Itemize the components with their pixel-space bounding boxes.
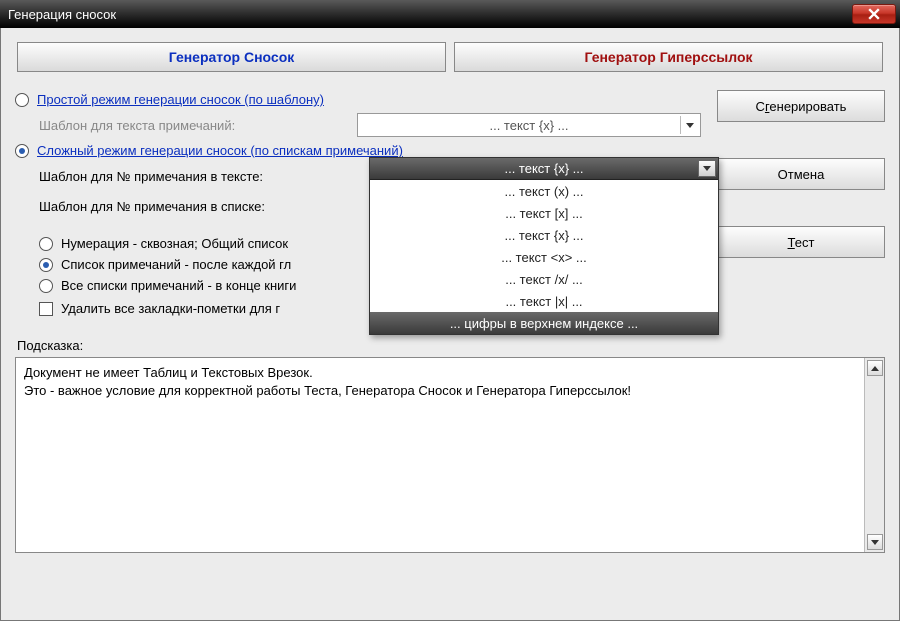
label-template-in-text: Шаблон для № примечания в тексте: xyxy=(39,169,349,184)
button-generate-label: Сгенерировать xyxy=(756,99,847,114)
hint-scrollbar[interactable] xyxy=(864,358,884,552)
window-title: Генерация сносок xyxy=(8,7,852,22)
dropdown-option[interactable]: ... текст |x| ... xyxy=(370,290,718,312)
chevron-down-icon[interactable] xyxy=(698,160,716,177)
label-list-after-each: Список примечаний - после каждой гл xyxy=(61,257,291,272)
button-test-label: Тест xyxy=(788,235,815,250)
combo-template-notes-text: ... текст {x} ... xyxy=(489,118,568,133)
dropdown-header[interactable]: ... текст {x} ... xyxy=(370,158,718,180)
button-cancel-label: Отмена xyxy=(778,167,825,182)
dropdown-option[interactable]: ... текст [x] ... xyxy=(370,202,718,224)
dropdown-selected-text: ... текст {x} ... xyxy=(504,161,583,176)
hint-text: Документ не имеет Таблиц и Текстовых Вре… xyxy=(16,358,864,552)
hint-box: Документ не имеет Таблиц и Текстовых Вре… xyxy=(15,357,885,553)
label-numbering-through: Нумерация - сквозная; Общий список xyxy=(61,236,288,251)
link-complex-mode[interactable]: Сложный режим генерации сносок (по списк… xyxy=(37,143,403,158)
label-template-in-list: Шаблон для № примечания в списке: xyxy=(39,199,349,214)
button-test[interactable]: Тест xyxy=(717,226,885,258)
radio-list-after-each[interactable] xyxy=(39,258,53,272)
button-cancel[interactable]: Отмена xyxy=(717,158,885,190)
radio-complex-mode[interactable] xyxy=(15,144,29,158)
checkbox-delete-bookmarks[interactable] xyxy=(39,302,53,316)
radio-simple-mode[interactable] xyxy=(15,93,29,107)
dropdown-option-highlighted[interactable]: ... цифры в верхнем индексе ... xyxy=(370,312,718,334)
link-simple-mode[interactable]: Простой режим генерации сносок (по шабло… xyxy=(37,92,324,107)
scroll-up-button[interactable] xyxy=(867,360,883,376)
tab-bar: Генератор Сносок Генератор Гиперссылок xyxy=(17,42,883,72)
close-icon xyxy=(868,8,880,20)
dialog-window: Генерация сносок Генератор Сносок Генера… xyxy=(0,0,900,621)
chevron-up-icon xyxy=(871,366,879,371)
titlebar: Генерация сносок xyxy=(0,0,900,28)
radio-all-lists-end[interactable] xyxy=(39,279,53,293)
label-list-after-each-text: Список примечаний - после каждой гл xyxy=(61,257,291,272)
form-left: Простой режим генерации сносок (по шабло… xyxy=(15,86,701,322)
action-buttons: Сгенерировать Отмена Тест xyxy=(717,86,885,258)
dropdown-template-in-text[interactable]: ... текст {x} ... ... текст (x) ... ... … xyxy=(369,157,719,335)
scroll-down-button[interactable] xyxy=(867,534,883,550)
label-template-notes: Шаблон для текста примечаний: xyxy=(39,118,349,133)
tab-hyperlinks[interactable]: Генератор Гиперссылок xyxy=(454,42,883,72)
radio-numbering-through[interactable] xyxy=(39,237,53,251)
dropdown-option[interactable]: ... текст {x} ... xyxy=(370,224,718,246)
label-delete-bookmarks: Удалить все закладки-пометки для г xyxy=(61,301,280,316)
hint-caption: Подсказка: xyxy=(17,338,885,353)
dropdown-option[interactable]: ... текст /x/ ... xyxy=(370,268,718,290)
tab-footnotes[interactable]: Генератор Сносок xyxy=(17,42,446,72)
label-all-lists-end: Все списки примечаний - в конце книги xyxy=(61,278,296,293)
dropdown-option[interactable]: ... текст <x> ... xyxy=(370,246,718,268)
button-generate[interactable]: Сгенерировать xyxy=(717,90,885,122)
client-area: Генератор Сносок Генератор Гиперссылок П… xyxy=(0,28,900,621)
close-button[interactable] xyxy=(852,4,896,24)
chevron-down-icon xyxy=(871,540,879,545)
combo-template-notes[interactable]: ... текст {x} ... xyxy=(357,113,701,137)
chevron-down-icon xyxy=(680,116,698,134)
dropdown-option[interactable]: ... текст (x) ... xyxy=(370,180,718,202)
